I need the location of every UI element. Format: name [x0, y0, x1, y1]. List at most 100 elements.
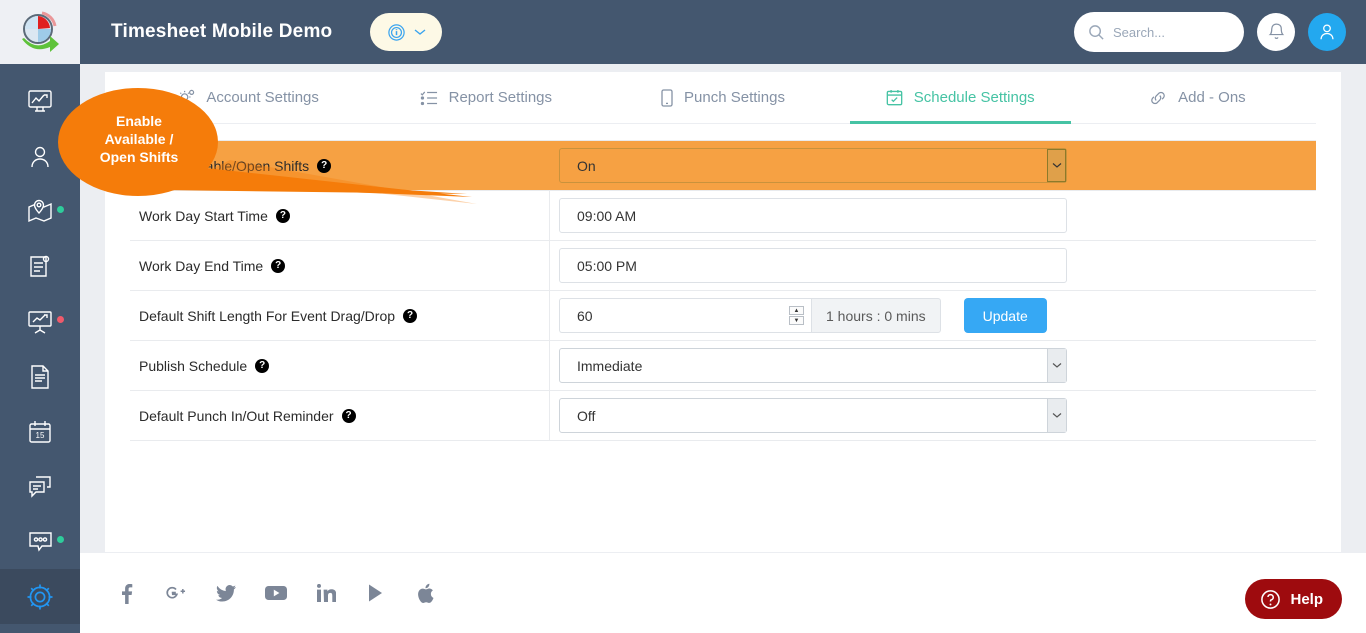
- footer: Help: [80, 553, 1366, 633]
- linkedin-icon[interactable]: [312, 579, 340, 607]
- sidebar-item-notifications[interactable]: [0, 514, 80, 569]
- user-avatar[interactable]: [1308, 13, 1346, 51]
- help-icon[interactable]: ?: [275, 208, 290, 223]
- clipboard-notes-icon: [30, 255, 50, 277]
- info-globe-icon: [388, 23, 405, 41]
- chat-dots-icon: [28, 531, 52, 552]
- facebook-icon[interactable]: [112, 579, 140, 607]
- sidebar-item-schedule[interactable]: 15: [0, 404, 80, 459]
- help-label: Help: [1290, 590, 1323, 608]
- tab-add-ons[interactable]: Add - Ons: [1079, 72, 1316, 123]
- stepper-up[interactable]: ▲: [789, 306, 804, 315]
- question-circle-icon: [1261, 589, 1281, 609]
- user-icon: [1320, 24, 1334, 40]
- allow-open-shifts-select[interactable]: On: [559, 148, 1067, 183]
- setting-control-cell: 09:00 AM: [550, 191, 1316, 240]
- page-title: Timesheet Mobile Demo: [111, 21, 333, 42]
- sidebar: 15: [0, 0, 80, 633]
- setting-row-work-day-end: Work Day End Time ? 05:00 PM: [130, 241, 1316, 291]
- presentation-chart-icon: [28, 310, 52, 334]
- setting-row-punch-reminder: Default Punch In/Out Reminder ? Off: [130, 391, 1316, 441]
- tab-label: Punch Settings: [684, 89, 785, 106]
- sidebar-item-timesheets[interactable]: [0, 239, 80, 294]
- shift-length-input[interactable]: 60 ▲ ▼: [559, 298, 811, 333]
- calendar-15-icon: 15: [29, 420, 51, 443]
- work-day-start-input[interactable]: 09:00 AM: [559, 198, 1067, 233]
- google-play-icon[interactable]: [362, 579, 390, 607]
- sidebar-item-employees[interactable]: [0, 129, 80, 184]
- task-list-icon: [420, 91, 437, 105]
- chevron-down-icon[interactable]: [1047, 349, 1066, 382]
- social-links: [112, 579, 440, 607]
- search-input[interactable]: [1113, 24, 1223, 40]
- setting-label-cell: Default Punch In/Out Reminder ?: [130, 391, 550, 440]
- punch-reminder-select[interactable]: Off: [559, 398, 1067, 433]
- apple-icon[interactable]: [412, 579, 440, 607]
- setting-label: Work Day Start Time: [139, 207, 268, 224]
- help-icon[interactable]: ?: [341, 408, 356, 423]
- tab-label: Schedule Settings: [913, 89, 1035, 106]
- help-icon[interactable]: ?: [255, 358, 270, 373]
- shift-length-readout: 1 hours : 0 mins: [811, 298, 941, 333]
- tab-label: Add - Ons: [1178, 89, 1246, 106]
- sidebar-item-dashboard[interactable]: [0, 74, 80, 129]
- account-switcher-button[interactable]: [370, 13, 443, 51]
- tab-schedule-settings[interactable]: Schedule Settings: [842, 72, 1079, 124]
- sidebar-item-settings[interactable]: [0, 569, 80, 624]
- notifications-button[interactable]: [1257, 13, 1295, 51]
- setting-control-cell: On: [550, 141, 1316, 190]
- app-logo[interactable]: [0, 0, 80, 64]
- setting-label: Work Day End Time: [139, 257, 264, 274]
- work-day-end-input[interactable]: 05:00 PM: [559, 248, 1067, 283]
- setting-label: Default Punch In/Out Reminder: [139, 407, 334, 424]
- twitter-icon[interactable]: [212, 579, 240, 607]
- quantity-stepper[interactable]: ▲ ▼: [789, 306, 804, 325]
- timesheet-mobile-logo-icon: [22, 11, 59, 52]
- help-icon[interactable]: ?: [271, 258, 286, 273]
- select-value: Immediate: [577, 357, 643, 374]
- sidebar-item-locations[interactable]: [0, 184, 80, 239]
- select-value: On: [577, 157, 596, 174]
- gear-icon: [27, 584, 53, 609]
- tab-report-settings[interactable]: Report Settings: [367, 72, 604, 123]
- sidebar-item-documents[interactable]: [0, 349, 80, 404]
- setting-control-cell: Off: [550, 391, 1316, 440]
- setting-row-work-day-start: Work Day Start Time ? 09:00 AM: [130, 191, 1316, 241]
- help-icon[interactable]: ?: [403, 308, 418, 323]
- stepper-down[interactable]: ▼: [789, 316, 804, 325]
- setting-label-cell: Publish Schedule ?: [130, 341, 550, 390]
- search-box[interactable]: [1074, 12, 1244, 52]
- map-pin-icon: [28, 199, 52, 222]
- chevron-down-icon[interactable]: [1047, 399, 1066, 432]
- sidebar-nav: 15: [0, 64, 80, 624]
- update-button[interactable]: Update: [963, 298, 1047, 333]
- select-value: Off: [577, 407, 596, 424]
- settings-card: Account Settings Report Settings Punch S…: [105, 72, 1341, 552]
- tab-label: Report Settings: [448, 89, 552, 106]
- chevron-down-icon[interactable]: [1047, 149, 1066, 182]
- google-plus-icon[interactable]: [162, 579, 190, 607]
- youtube-icon[interactable]: [262, 579, 290, 607]
- setting-label: Default Shift Length For Event Drag/Drop: [139, 307, 396, 324]
- sidebar-dot-locations: [57, 206, 64, 213]
- help-icon[interactable]: ?: [317, 158, 332, 173]
- help-button[interactable]: Help: [1245, 579, 1342, 619]
- sidebar-item-messages[interactable]: [0, 459, 80, 514]
- shift-length-value: 60: [577, 307, 593, 324]
- schedule-settings-table: Allow Available/Open Shifts ? On Work Da…: [130, 140, 1316, 441]
- tab-account-settings[interactable]: Account Settings: [130, 72, 367, 123]
- search-icon: [1089, 24, 1104, 40]
- sidebar-item-reports[interactable]: [0, 294, 80, 349]
- chat-bubbles-icon: [28, 475, 51, 498]
- setting-row-allow-open-shifts: Allow Available/Open Shifts ? On: [130, 141, 1316, 191]
- app-root: 15 Timesheet Mobile Demo Search... Accou…: [0, 0, 1366, 633]
- setting-control-cell: Immediate: [550, 341, 1316, 390]
- settings-tabs: Account Settings Report Settings Punch S…: [130, 72, 1316, 124]
- publish-schedule-select[interactable]: Immediate: [559, 348, 1067, 383]
- setting-label: Publish Schedule: [139, 357, 248, 374]
- setting-label-cell: Work Day End Time ?: [130, 241, 550, 290]
- tab-punch-settings[interactable]: Punch Settings: [604, 72, 841, 123]
- bell-icon: [1268, 23, 1284, 39]
- gear-link-icon: [179, 89, 195, 104]
- top-header: Timesheet Mobile Demo: [80, 0, 1366, 64]
